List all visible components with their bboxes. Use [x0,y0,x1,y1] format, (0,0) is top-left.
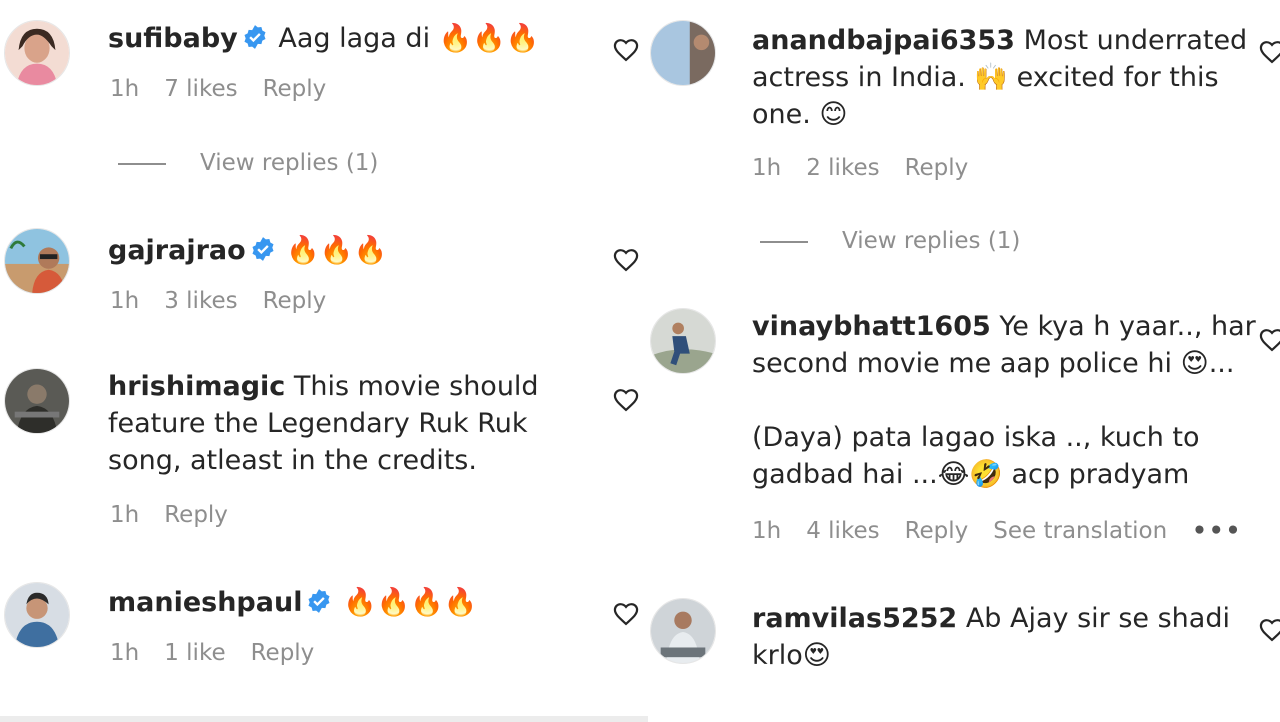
comment-item: sufibaby Aag laga di 🔥🔥🔥 1h 7 likes Reply … [0,0,648,200]
see-translation-button[interactable]: See translation [993,518,1167,544]
view-replies-button[interactable]: View replies (1) [118,150,378,176]
comment-text: Most underrated [1023,25,1248,56]
comment-meta: 1h 4 likes Reply See translation ••• [752,518,1267,544]
comment-body: manieshpaul 🔥🔥🔥🔥 [108,584,608,621]
comment-item: vinaybhatt1605 Ye kya h yaar.., har seco… [648,300,1280,570]
comment-body: ramvilas5252 Ab Ajay sir se shadi krlo😍 [752,600,1232,674]
divider-line [760,240,808,243]
verified-badge-icon [306,588,332,614]
verified-badge-icon [250,236,276,262]
comment-body: sufibaby Aag laga di 🔥🔥🔥 [108,20,608,57]
like-count[interactable]: 4 likes [806,518,879,544]
reply-button[interactable]: Reply [905,518,969,544]
divider-line [118,162,166,165]
reply-button[interactable]: Reply [263,76,327,102]
avatar[interactable] [650,598,716,664]
comment-item: hrishimagic This movie should feature th… [0,360,648,550]
username[interactable]: anandbajpai6353 [752,25,1015,56]
more-options-icon[interactable]: ••• [1192,518,1242,544]
avatar[interactable] [4,20,70,86]
avatar[interactable] [4,228,70,294]
like-heart-icon[interactable] [1258,38,1280,66]
comment-body: vinaybhatt1605 Ye kya h yaar.., har seco… [752,308,1256,493]
comment-meta: 1h 2 likes Reply [752,155,993,181]
comment-text: Aag laga di 🔥🔥🔥 [278,23,540,54]
comment-text: second movie me aap police hi 😍... [752,348,1235,379]
comment-time: 1h [110,76,140,102]
like-count[interactable]: 3 likes [164,288,237,314]
avatar[interactable] [4,368,70,434]
comment-meta: 1h 3 likes Reply [110,288,351,314]
username[interactable]: vinaybhatt1605 [752,311,991,342]
reply-button[interactable]: Reply [164,502,228,528]
reply-button[interactable]: Reply [251,640,315,666]
comment-text: (Daya) pata lagao iska .., kuch to [752,422,1200,453]
like-heart-icon[interactable] [612,246,640,274]
comment-text: 🔥🔥🔥 [286,235,388,266]
comment-meta: 1h 1 like Reply [110,640,339,666]
reply-button[interactable]: Reply [263,288,327,314]
like-count[interactable]: 2 likes [806,155,879,181]
verified-badge-icon [242,24,268,50]
comment-text: actress in India. 🙌 excited for this [752,62,1219,93]
comments-column-left: sufibaby Aag laga di 🔥🔥🔥 1h 7 likes Reply … [0,0,648,722]
username[interactable]: ramvilas5252 [752,603,957,634]
avatar[interactable] [4,582,70,648]
comment-text: krlo😍 [752,640,831,671]
username[interactable]: sufibaby [108,23,238,54]
comment-item: ramvilas5252 Ab Ajay sir se shadi krlo😍 [648,590,1280,700]
comment-item: manieshpaul 🔥🔥🔥🔥 1h 1 like Reply [0,574,648,684]
comment-text: one. 😊 [752,99,848,130]
username[interactable]: hrishimagic [108,371,285,402]
username[interactable]: manieshpaul [108,587,302,618]
comment-meta: 1h 7 likes Reply [110,76,351,102]
like-heart-icon[interactable] [612,386,640,414]
comment-time: 1h [752,155,782,181]
avatar[interactable] [650,20,716,86]
comment-text: 🔥🔥🔥🔥 [343,587,478,618]
like-heart-icon[interactable] [1258,326,1280,354]
comment-body: hrishimagic This movie should feature th… [108,368,548,479]
comment-text: Ab Ajay sir se shadi [965,603,1230,634]
like-count[interactable]: 7 likes [164,76,237,102]
reply-button[interactable]: Reply [905,155,969,181]
comment-meta: 1h Reply [110,502,253,528]
comment-text: Ye kya h yaar.., har [999,311,1256,342]
like-heart-icon[interactable] [612,600,640,628]
comment-text: gadbad hai ...😂🤣 acp pradyam [752,459,1190,490]
comment-item: gajrajrao 🔥🔥🔥 1h 3 likes Reply [0,220,648,330]
comment-body: gajrajrao 🔥🔥🔥 [108,232,608,269]
like-heart-icon[interactable] [1258,616,1280,644]
comments-column-right: anandbajpai6353 Most underrated actress … [648,0,1280,722]
comment-time: 1h [110,502,140,528]
comment-item: anandbajpai6353 Most underrated actress … [648,0,1280,280]
like-count[interactable]: 1 like [164,640,225,666]
comment-time: 1h [110,640,140,666]
comment-time: 1h [752,518,782,544]
comment-body: anandbajpai6353 Most underrated actress … [752,22,1247,133]
comment-time: 1h [110,288,140,314]
like-heart-icon[interactable] [612,36,640,64]
avatar[interactable] [650,308,716,374]
view-replies-button[interactable]: View replies (1) [760,228,1020,254]
username[interactable]: gajrajrao [108,235,246,266]
